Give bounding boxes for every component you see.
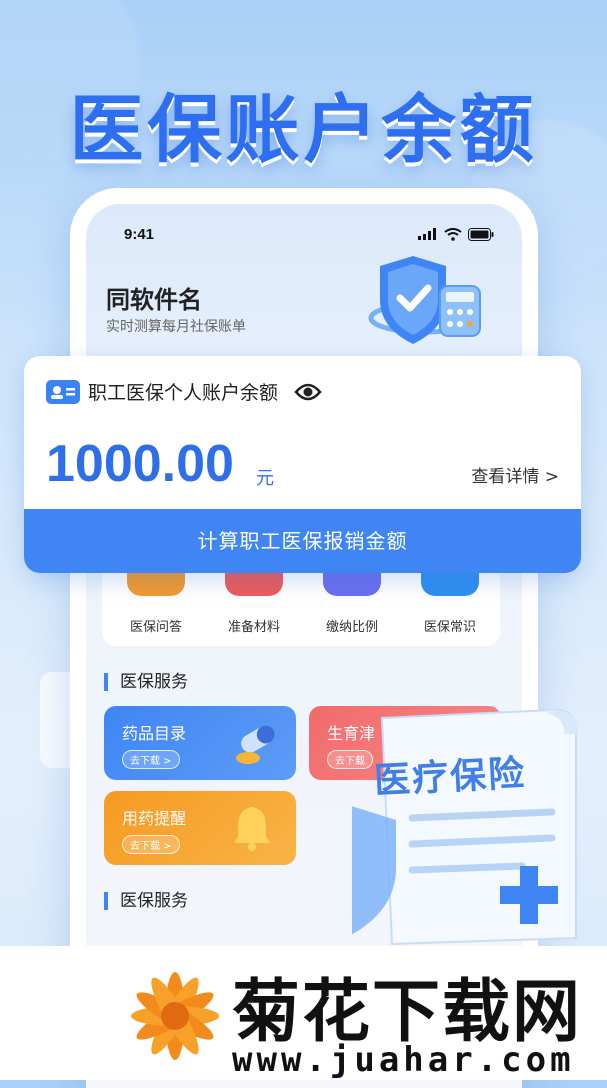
app-name: 同软件名 [106, 286, 202, 314]
medical-insurance-document-illustration [352, 708, 578, 946]
battery-icon [468, 227, 494, 241]
app-subtitle: 实时测算每月社保账单 [106, 319, 246, 335]
bell-icon [234, 807, 270, 851]
shortcut-label: 医保问答 [129, 620, 182, 635]
eye-icon[interactable] [294, 382, 322, 402]
system-icons [418, 227, 494, 241]
balance-currency: 元 [256, 468, 274, 489]
service-card-drug-catalog[interactable]: 药品目录 去下载 > [104, 706, 296, 780]
balance-card-title: 职工医保个人账户余额 [88, 382, 279, 404]
shortcut-label: 准备材料 [227, 620, 280, 635]
pill-icon [236, 725, 275, 764]
service-name: 用药提醒 [122, 809, 187, 828]
document-title: 医疗保险 [373, 753, 528, 802]
service-card-medication-reminder[interactable]: 用药提醒 去下载 > [104, 791, 296, 865]
status-time: 9:41 [124, 225, 155, 243]
id-card-icon [46, 379, 80, 404]
watermark-url: www.juahar.com [232, 1040, 575, 1080]
shortcut-label: 缴纳比例 [325, 620, 378, 635]
signal-icon [418, 228, 436, 240]
section-title-services-2: 医保服务 [104, 892, 188, 910]
shortcut-label: 医保常识 [423, 620, 476, 635]
service-name: 药品目录 [122, 724, 187, 743]
hero-title: 医保账户余额 [69, 87, 538, 173]
view-details-link[interactable]: 查看详情 > [471, 462, 559, 487]
wifi-icon [444, 227, 462, 241]
calculate-reimbursement-button[interactable]: 计算职工医保报销金额 [24, 509, 581, 573]
chrysanthemum-logo-icon [131, 972, 219, 1060]
download-button[interactable]: 去下载 > [122, 750, 180, 769]
balance-card-header: 职工医保个人账户余额 [46, 378, 322, 405]
status-bar: 9:41 [124, 224, 494, 244]
download-button[interactable]: 去下载 > [122, 835, 180, 854]
balance-card: 职工医保个人账户余额 1000.00 元 查看详情 > 计算职工医保报销金额 [24, 356, 581, 573]
balance-amount: 1000.00 [46, 435, 234, 493]
shield-calculator-illustration [368, 256, 481, 344]
section-title-services: 医保服务 [104, 673, 188, 691]
